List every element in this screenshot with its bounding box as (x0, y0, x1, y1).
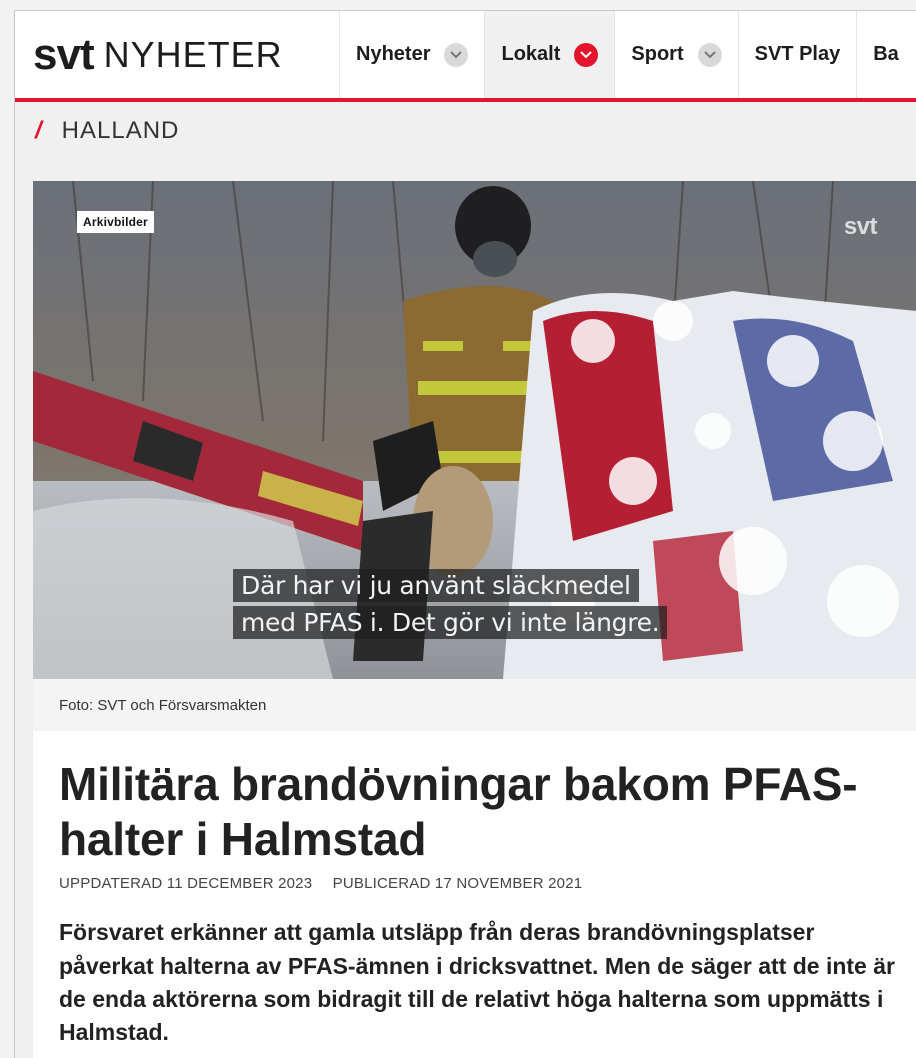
archive-badge: Arkivbilder (77, 211, 154, 233)
section-breadcrumb: / HALLAND (15, 102, 916, 160)
subtitle-line: Där har vi ju använt släckmedel (233, 569, 639, 602)
article-lead: Försvaret erkänner att gamla utsläpp frå… (59, 919, 895, 1046)
updated-date: UPPDATERAD 11 DECEMBER 2023 (59, 875, 313, 893)
nav-item-label: Ba (873, 43, 899, 65)
section-name[interactable]: HALLAND (62, 117, 180, 145)
main-nav: Nyheter Lokalt Sport SVT Play Ba (340, 11, 915, 98)
video-subtitle: Där har vi ju använt släckmedel med PFAS… (233, 569, 668, 643)
subtitle-line: med PFAS i. Det gör vi inte längre. (233, 606, 668, 639)
photo-caption: Foto: SVT och Försvarsmakten (33, 679, 916, 731)
chevron-down-icon[interactable] (574, 42, 599, 67)
nav-item-nyheter[interactable]: Nyheter (340, 11, 486, 98)
article-card: Arkivbilder svt Där har vi ju använt slä… (33, 181, 916, 1058)
nav-item-label: SVT Play (754, 43, 841, 65)
nav-item-label: Sport (631, 43, 684, 65)
nav-item-sport[interactable]: Sport (615, 11, 739, 98)
nav-item-label: Nyheter (356, 43, 431, 65)
nav-item-barn[interactable]: Ba (857, 11, 915, 98)
nav-item-svt-play[interactable]: SVT Play (739, 11, 858, 98)
logo-text: NYHETER (103, 33, 283, 75)
article-headline: Militära brandövningar bakom PFAS-halter… (59, 758, 858, 866)
nav-item-label: Lokalt (501, 43, 561, 65)
site-header: svt NYHETER Nyheter Lokalt Sport SVT Pla… (15, 11, 916, 102)
article-body: Militära brandövningar bakom PFAS-halter… (33, 757, 916, 1050)
published-date: PUBLICERAD 17 NOVEMBER 2021 (332, 875, 583, 893)
svt-watermark: svt (843, 213, 878, 240)
logo-mark: svt (33, 29, 95, 79)
svt-nyheter-logo[interactable]: svt NYHETER (15, 11, 340, 98)
chevron-down-icon[interactable] (697, 42, 722, 67)
nav-item-lokalt[interactable]: Lokalt (485, 11, 616, 98)
article-image[interactable]: Arkivbilder svt Där har vi ju använt slä… (33, 181, 916, 679)
chevron-down-icon[interactable] (444, 42, 469, 67)
browser-viewport: svt NYHETER Nyheter Lokalt Sport SVT Pla… (14, 10, 916, 1058)
article-dates: UPPDATERAD 11 DECEMBER 2023 PUBLICERAD 1… (59, 875, 897, 892)
slash-icon: / (35, 117, 42, 144)
